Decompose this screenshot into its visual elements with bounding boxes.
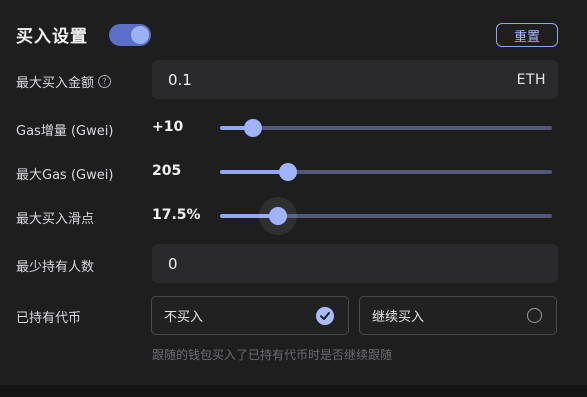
max-slippage-label: 最大买入滑点: [16, 212, 95, 227]
min-holders-input[interactable]: 0: [152, 244, 558, 283]
held-token-hint: 跟随的钱包买入了已持有代币时是否继续跟随: [152, 348, 393, 362]
gas-increase-value: +10: [152, 119, 184, 135]
max-buy-label-row: 最大买入金额 ?: [16, 72, 112, 91]
max-gas-value: 205: [152, 163, 182, 179]
max-gas-slider[interactable]: [220, 163, 552, 181]
option-dont-buy[interactable]: 不买入: [151, 296, 349, 335]
option-continue-buy[interactable]: 继续买入: [359, 296, 557, 335]
section-title: 买入设置: [16, 27, 88, 47]
check-circle-icon: [316, 306, 334, 325]
gas-increase-slider[interactable]: [220, 119, 552, 137]
max-slippage-slider-thumb[interactable]: [269, 207, 288, 225]
max-buy-label: 最大买入金额: [16, 76, 95, 91]
max-gas-slider-thumb[interactable]: [279, 163, 298, 181]
min-holders-value: 0: [168, 254, 178, 273]
max-gas-label: 最大Gas (Gwei): [16, 168, 114, 183]
held-token-label: 已持有代币: [16, 311, 82, 326]
min-holders-label: 最少持有人数: [16, 260, 95, 275]
buy-settings-panel: 买入设置 重置 最大买入金额 ? 0.1 ETH Gas增量 (Gwei) +1…: [0, 0, 587, 385]
bottom-divider: [0, 385, 587, 397]
max-slippage-value: 17.5%: [152, 207, 201, 223]
reset-button[interactable]: 重置: [496, 23, 558, 47]
option-dont-buy-label: 不买入: [164, 310, 204, 325]
gas-increase-slider-thumb[interactable]: [244, 119, 263, 137]
max-gas-slider-fill: [220, 170, 289, 174]
question-circle-icon[interactable]: ?: [98, 75, 112, 88]
max-buy-unit: ETH: [516, 71, 546, 88]
max-slippage-slider[interactable]: [220, 207, 552, 225]
radio-empty-icon: [527, 308, 542, 323]
gas-increase-label: Gas增量 (Gwei): [16, 124, 114, 139]
max-buy-input[interactable]: 0.1 ETH: [152, 60, 558, 99]
option-continue-buy-label: 继续买入: [372, 310, 425, 325]
toggle-knob: [131, 26, 149, 44]
buy-settings-toggle[interactable]: [109, 24, 151, 46]
max-buy-value: 0.1: [168, 70, 192, 89]
